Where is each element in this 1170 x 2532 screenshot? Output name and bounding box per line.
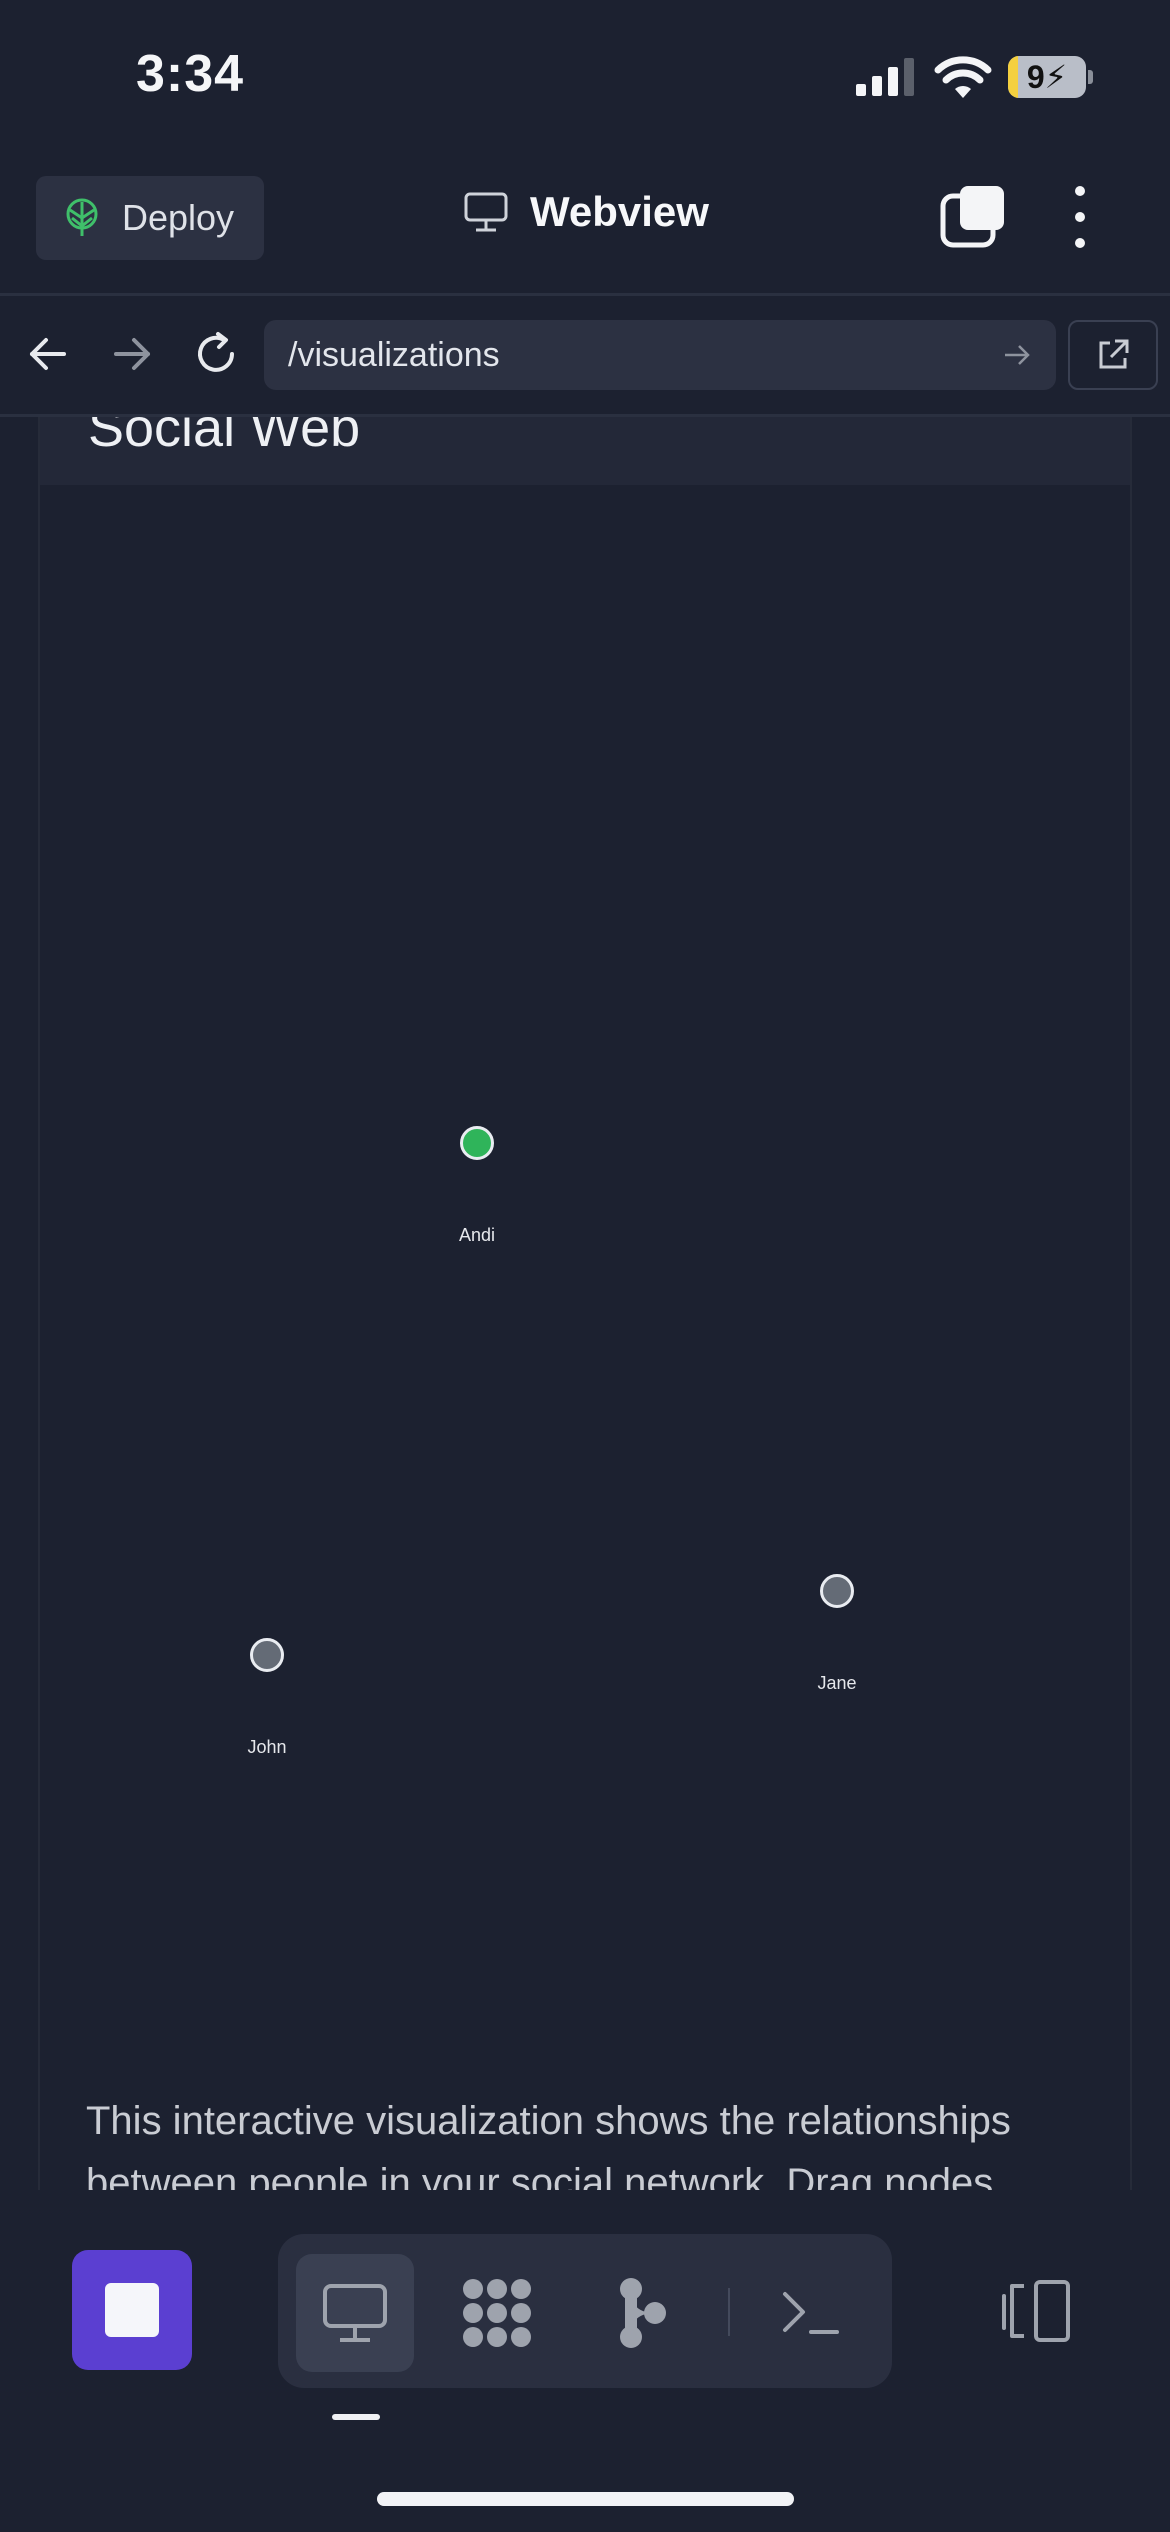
stop-button[interactable]	[72, 2250, 192, 2370]
go-arrow-icon[interactable]	[1002, 341, 1032, 369]
node-label: John	[247, 1737, 287, 1757]
graph-node[interactable]	[460, 1126, 494, 1160]
app-screen: 3:34 9 ⚡ Deploy Webview /visualizations …	[0, 0, 1170, 2532]
tool-shell-button[interactable]	[752, 2254, 870, 2372]
charging-bolt-icon: ⚡	[1044, 59, 1068, 95]
external-link-icon	[1099, 339, 1129, 369]
webview-content: Social Web Andi Jane John	[38, 417, 1132, 2192]
header-divider	[0, 293, 1170, 296]
social-graph[interactable]: Andi Jane John	[40, 485, 1130, 2192]
battery-indicator: 9 ⚡	[1008, 56, 1086, 98]
deploy-button[interactable]: Deploy	[36, 176, 264, 260]
status-time: 3:34	[136, 45, 245, 103]
graph-node[interactable]	[820, 1574, 854, 1608]
battery-level: 9	[1026, 58, 1045, 95]
home-indicator[interactable]	[377, 2492, 794, 2506]
branch-icon	[620, 2278, 666, 2348]
cellular-signal-icon	[856, 58, 914, 96]
tool-git-button[interactable]	[584, 2254, 702, 2372]
page-heading: Social Web	[88, 417, 361, 458]
tool-switcher	[278, 2234, 892, 2388]
open-external-button[interactable]	[1068, 320, 1158, 390]
tool-separator	[728, 2288, 730, 2336]
stop-icon	[105, 2283, 159, 2337]
monitor-icon	[464, 192, 508, 232]
tool-webview-button[interactable]	[296, 2254, 414, 2372]
more-options-icon[interactable]	[1060, 186, 1100, 248]
url-text: /visualizations	[288, 335, 500, 374]
webview-title: Webview	[464, 188, 709, 236]
graph-node[interactable]	[250, 1638, 284, 1672]
url-input[interactable]: /visualizations	[264, 320, 1056, 390]
terminal-icon	[783, 2292, 839, 2334]
node-label: Andi	[458, 1225, 496, 1245]
tabs-icon[interactable]	[940, 186, 1006, 248]
monitor-icon	[323, 2284, 387, 2342]
back-arrow-icon[interactable]	[24, 330, 72, 378]
tool-apps-button[interactable]	[438, 2254, 556, 2372]
split-view-icon[interactable]	[1000, 2278, 1072, 2344]
wifi-icon	[934, 56, 992, 98]
header-title-text: Webview	[530, 188, 709, 235]
page-header: Social Web	[40, 417, 1130, 485]
refresh-icon[interactable]	[192, 330, 240, 378]
grid-dots-icon	[463, 2279, 531, 2347]
deploy-label: Deploy	[122, 197, 235, 238]
forward-arrow-icon[interactable]	[108, 330, 156, 378]
active-tool-indicator	[332, 2414, 380, 2420]
deploy-icon	[66, 198, 98, 236]
battery-nub	[1088, 70, 1093, 84]
node-label: Jane	[817, 1673, 857, 1693]
